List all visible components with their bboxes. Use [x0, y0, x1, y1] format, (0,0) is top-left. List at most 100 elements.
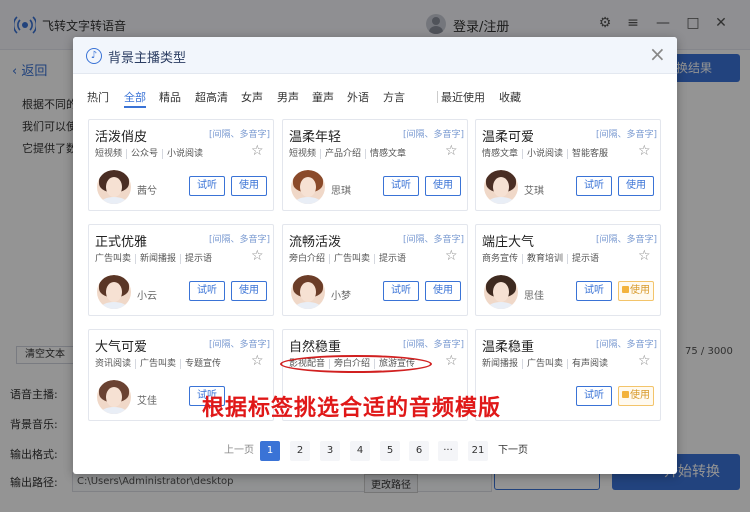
page-button[interactable]: 21: [468, 441, 488, 461]
vip-crown-icon: [622, 391, 629, 398]
try-listen-button[interactable]: 试听: [576, 281, 612, 301]
tab-foreign[interactable]: 外语: [347, 89, 369, 105]
try-listen-button[interactable]: 试听: [189, 281, 225, 301]
tab-favorites[interactable]: 收藏: [499, 89, 521, 105]
card-feature: [间隔、多音字]: [403, 340, 465, 350]
try-listen-button[interactable]: 试听: [189, 176, 225, 196]
use-button[interactable]: 使用: [231, 281, 267, 301]
star-icon[interactable]: ☆: [445, 354, 458, 368]
card-tags: 情感文章 小说阅读 智能客服: [482, 149, 612, 159]
avatar: [97, 170, 131, 204]
voice-card: 温柔年轻 [间隔、多音字] 短视频 产品介绍 情感文章 ☆ 思琪 试听 使用: [282, 119, 468, 211]
card-title: 温柔年轻: [289, 130, 342, 145]
card-title: 温柔稳重: [482, 340, 535, 355]
voice-card: 温柔稳重 [间隔、多音字] 新闻播报 广告叫卖 有声阅读 ☆ 试听 使用: [475, 329, 661, 421]
card-tag: 广告叫卖: [522, 359, 567, 369]
star-icon[interactable]: ☆: [638, 144, 651, 158]
card-title: 温柔可爱: [482, 130, 535, 145]
card-tag: 情感文章: [482, 149, 519, 159]
try-listen-button[interactable]: 试听: [383, 281, 419, 301]
card-tag: 产品介绍: [320, 149, 365, 159]
card-tag: 短视频: [289, 149, 317, 159]
voice-card: 温柔可爱 [间隔、多音字] 情感文章 小说阅读 智能客服 ☆ 艾琪 试听 使用: [475, 119, 661, 211]
prev-page-button[interactable]: 上一页: [223, 441, 255, 461]
card-tags: 旁白介绍 广告叫卖 提示语: [289, 254, 410, 264]
tab-recent[interactable]: 最近使用: [441, 89, 485, 105]
tab-dialect[interactable]: 方言: [383, 89, 405, 105]
voice-name: 思佳: [524, 291, 544, 302]
voice-card: 端庄大气 [间隔、多音字] 商务宣传 教育培训 提示语 ☆ 思佳 试听 使用: [475, 224, 661, 316]
tab-hot[interactable]: 热门: [87, 89, 109, 105]
card-tag: 公众号: [126, 149, 162, 159]
star-icon[interactable]: ☆: [445, 249, 458, 263]
star-icon[interactable]: ☆: [251, 249, 264, 263]
voice-card: 正式优雅 [间隔、多音字] 广告叫卖 新闻播报 提示语 ☆ 小云 试听 使用: [88, 224, 274, 316]
card-tag: 广告叫卖: [329, 254, 374, 264]
page-button[interactable]: 6: [409, 441, 429, 461]
card-feature: [间隔、多音字]: [209, 235, 271, 245]
pagination: 上一页 1 2 3 4 5 6 ··· 21 下一页: [73, 441, 677, 461]
modal-title: 背景主播类型: [108, 51, 187, 66]
card-title: 活泼俏皮: [95, 130, 148, 145]
card-title: 正式优雅: [95, 235, 148, 250]
use-label: 使用: [630, 285, 650, 296]
card-tags: 短视频 产品介绍 情感文章: [289, 149, 410, 159]
annotation-caption: 根据标签挑选合适的音频模版: [202, 396, 502, 421]
card-tags: 短视频 公众号 小说阅读: [95, 149, 207, 159]
tab-premium[interactable]: 精品: [159, 89, 181, 105]
star-icon[interactable]: ☆: [445, 144, 458, 158]
try-listen-button[interactable]: 试听: [576, 386, 612, 406]
close-icon[interactable]: ×: [649, 43, 666, 65]
star-icon[interactable]: ☆: [251, 144, 264, 158]
use-button[interactable]: 使用: [231, 176, 267, 196]
card-title: 端庄大气: [482, 235, 535, 250]
card-feature: [间隔、多音字]: [596, 235, 658, 245]
vip-use-button[interactable]: 使用: [618, 386, 654, 406]
card-tag: 有声阅读: [567, 359, 612, 369]
card-feature: [间隔、多音字]: [209, 340, 271, 350]
avatar: [291, 170, 325, 204]
music-note-icon: ♪: [86, 48, 102, 64]
use-button[interactable]: 使用: [425, 281, 461, 301]
voice-card: 活泼俏皮 [间隔、多音字] 短视频 公众号 小说阅读 ☆ 茜兮 试听 使用: [88, 119, 274, 211]
star-icon[interactable]: ☆: [638, 249, 651, 263]
card-tag: 资讯阅读: [95, 359, 132, 369]
card-tags: 广告叫卖 新闻播报 提示语: [95, 254, 216, 264]
page-button[interactable]: 4: [350, 441, 370, 461]
page-button[interactable]: 2: [290, 441, 310, 461]
next-page-button[interactable]: 下一页: [496, 441, 530, 461]
card-title: 流畅活泼: [289, 235, 342, 250]
page-button[interactable]: 3: [320, 441, 340, 461]
use-label: 使用: [630, 390, 650, 401]
page-button[interactable]: 1: [260, 441, 280, 461]
card-tags: 资讯阅读 广告叫卖 专题宣传: [95, 359, 225, 369]
card-tag: 新闻播报: [135, 254, 180, 264]
tab-ultra-hd[interactable]: 超高清: [195, 89, 228, 105]
vip-crown-icon: [622, 286, 629, 293]
tab-female[interactable]: 女声: [241, 89, 263, 105]
try-listen-button[interactable]: 试听: [383, 176, 419, 196]
card-tags: 新闻播报 广告叫卖 有声阅读: [482, 359, 612, 369]
card-tag: 教育培训: [522, 254, 567, 264]
card-feature: [间隔、多音字]: [403, 130, 465, 140]
voice-name: 茜兮: [137, 186, 157, 197]
voice-name: 思琪: [331, 186, 351, 197]
card-title: 大气可爱: [95, 340, 148, 355]
voice-name: 艾佳: [137, 396, 157, 407]
card-tag: 小说阅读: [162, 149, 207, 159]
try-listen-button[interactable]: 试听: [576, 176, 612, 196]
star-icon[interactable]: ☆: [638, 354, 651, 368]
use-button[interactable]: 使用: [425, 176, 461, 196]
star-icon[interactable]: ☆: [251, 354, 264, 368]
card-title: 自然稳重: [289, 340, 342, 355]
vip-use-button[interactable]: 使用: [618, 281, 654, 301]
card-tag: 商务宣传: [482, 254, 519, 264]
card-tag: 广告叫卖: [135, 359, 180, 369]
page-button[interactable]: 5: [380, 441, 400, 461]
tab-male[interactable]: 男声: [277, 89, 299, 105]
tab-child[interactable]: 童声: [312, 89, 334, 105]
tab-all[interactable]: 全部: [124, 89, 146, 108]
highlight-ellipse: [280, 355, 432, 373]
use-button[interactable]: 使用: [618, 176, 654, 196]
card-tag: 提示语: [180, 254, 216, 264]
